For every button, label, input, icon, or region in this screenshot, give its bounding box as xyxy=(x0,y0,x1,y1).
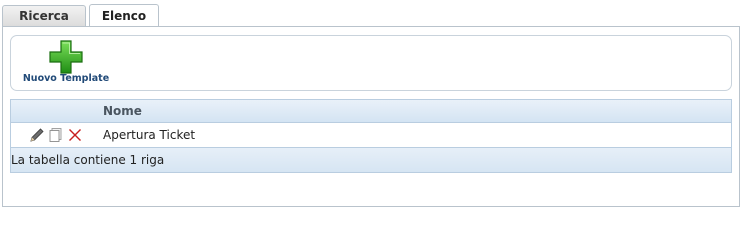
elenco-panel: Nuovo Template Nome Apertura Ticket La t… xyxy=(2,26,740,207)
cell-nome: Apertura Ticket xyxy=(103,128,196,142)
copy-icon[interactable] xyxy=(48,127,64,143)
column-header-nome[interactable]: Nome xyxy=(103,100,142,122)
row-count-text: La tabella contiene 1 riga xyxy=(11,153,165,167)
edit-icon[interactable] xyxy=(29,127,45,143)
tab-elenco[interactable]: Elenco xyxy=(89,4,159,27)
table-header: Nome xyxy=(11,100,731,123)
tab-ricerca[interactable]: Ricerca xyxy=(2,5,86,26)
delete-icon[interactable] xyxy=(67,127,83,143)
toolbar: Nuovo Template xyxy=(10,35,732,91)
table-footer: La tabella contiene 1 riga xyxy=(11,148,731,172)
row-actions xyxy=(29,127,83,143)
new-template-button[interactable]: Nuovo Template xyxy=(18,40,114,86)
plus-icon xyxy=(49,40,83,74)
templates-table: Nome Apertura Ticket La tabella contiene… xyxy=(10,99,732,173)
table-row[interactable]: Apertura Ticket xyxy=(11,123,731,148)
new-template-label: Nuovo Template xyxy=(22,73,110,84)
